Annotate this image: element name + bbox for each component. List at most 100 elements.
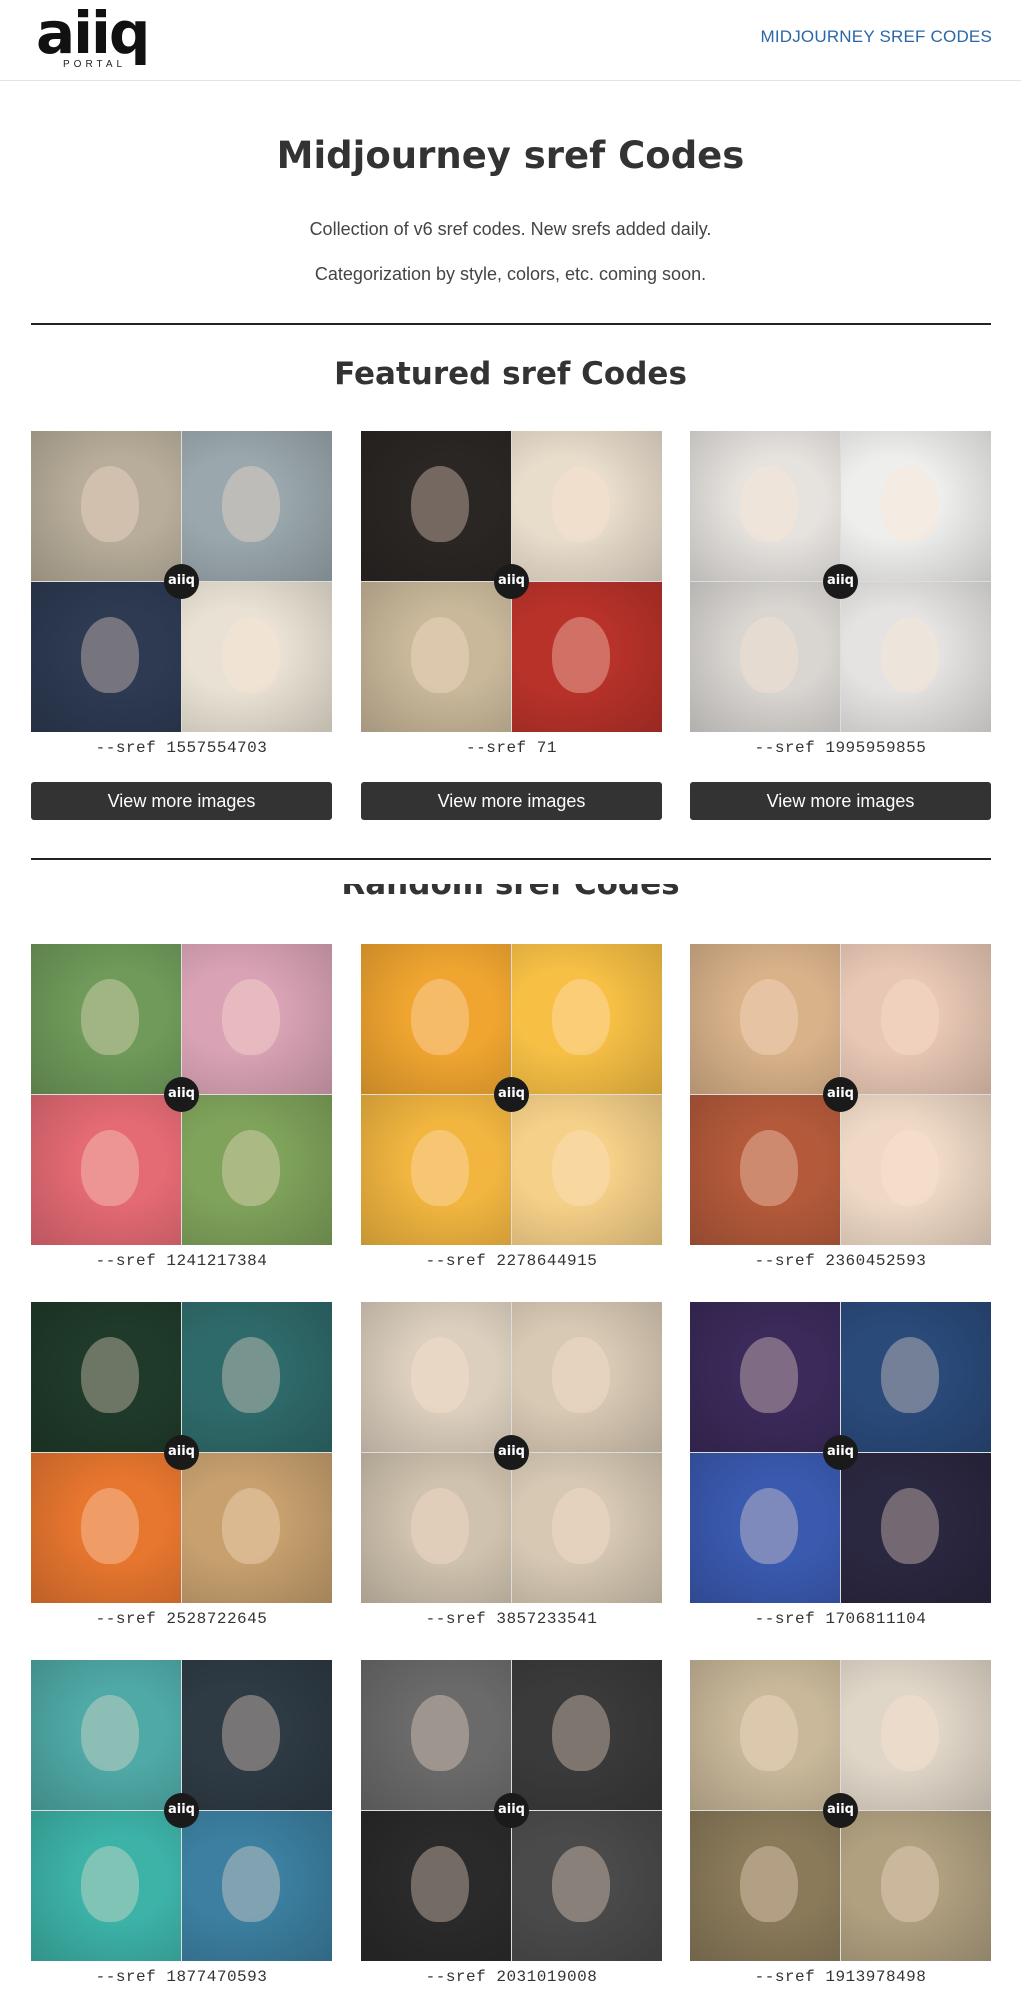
portrait-shape: [552, 1337, 610, 1413]
preview-tile: [512, 944, 662, 1094]
sref-code-label: --sref 1877470593: [95, 1968, 268, 1986]
preview-tile: [31, 431, 181, 581]
portrait-shape: [740, 466, 798, 542]
portrait-shape: [552, 1488, 610, 1564]
watermark-badge: aiiq: [164, 564, 199, 599]
portrait-shape: [740, 1695, 798, 1771]
preview-tile: [31, 944, 181, 1094]
portrait-shape: [411, 1337, 469, 1413]
portrait-shape: [552, 617, 610, 693]
portrait-shape: [552, 1695, 610, 1771]
watermark-badge: aiiq: [164, 1793, 199, 1828]
hero-description-2: Categorization by style, colors, etc. co…: [314, 264, 707, 284]
sref-preview-image[interactable]: aiiq: [690, 1302, 991, 1603]
watermark-badge: aiiq: [494, 1435, 529, 1470]
portrait-shape: [881, 466, 939, 542]
portrait-shape: [411, 1846, 469, 1922]
portrait-shape: [740, 979, 798, 1055]
preview-tile: [31, 582, 181, 732]
random-section-title: Random sref Codes: [341, 884, 680, 902]
preview-tile: [512, 431, 662, 581]
preview-tile: [31, 1095, 181, 1245]
hero-description-1: Collection of v6 sref codes. New srefs a…: [309, 219, 712, 239]
portrait-shape: [81, 1337, 139, 1413]
preview-tile: [841, 1811, 991, 1961]
portrait-shape: [222, 1695, 280, 1771]
preview-tile: [31, 1453, 181, 1603]
portrait-shape: [81, 1488, 139, 1564]
sref-code-label: --sref 3857233541: [425, 1610, 598, 1628]
portrait-shape: [881, 1337, 939, 1413]
sref-preview-image[interactable]: aiiq: [31, 1660, 332, 1961]
portrait-shape: [81, 466, 139, 542]
sref-code-label: --sref 1706811104: [754, 1610, 927, 1628]
section-divider: [31, 858, 991, 860]
portrait-shape: [411, 466, 469, 542]
preview-tile: [512, 1302, 662, 1452]
sref-preview-image[interactable]: aiiq: [690, 431, 991, 732]
preview-tile: [841, 1453, 991, 1603]
preview-tile: [31, 1811, 181, 1961]
view-more-images-button[interactable]: View more images: [690, 782, 991, 820]
sref-preview-image[interactable]: aiiq: [690, 944, 991, 1245]
preview-tile: [361, 1453, 511, 1603]
site-logo[interactable]: aiiq PORTAL: [36, 0, 156, 74]
sref-code-label: --sref 2528722645: [95, 1610, 268, 1628]
watermark-badge: aiiq: [823, 1435, 858, 1470]
portrait-shape: [881, 617, 939, 693]
preview-tile: [690, 582, 840, 732]
portrait-shape: [552, 979, 610, 1055]
portrait-shape: [222, 1130, 280, 1206]
portrait-shape: [222, 1846, 280, 1922]
site-header: aiiq PORTAL MIDJOURNEY SREF CODES: [0, 0, 1021, 81]
sref-code-label: --sref 1913978498: [754, 1968, 927, 1986]
watermark-badge: aiiq: [164, 1077, 199, 1112]
view-more-images-button[interactable]: View more images: [361, 782, 662, 820]
sref-preview-image[interactable]: aiiq: [361, 1302, 662, 1603]
portrait-shape: [740, 1846, 798, 1922]
portrait-shape: [81, 617, 139, 693]
sref-preview-image[interactable]: aiiq: [361, 944, 662, 1245]
preview-tile: [690, 431, 840, 581]
preview-tile: [690, 1660, 840, 1810]
portrait-shape: [552, 1846, 610, 1922]
preview-tile: [690, 1302, 840, 1452]
portrait-shape: [881, 1695, 939, 1771]
sref-preview-image[interactable]: aiiq: [31, 431, 332, 732]
view-more-images-button[interactable]: View more images: [31, 782, 332, 820]
preview-tile: [361, 1811, 511, 1961]
portrait-shape: [881, 1130, 939, 1206]
preview-tile: [512, 582, 662, 732]
portrait-shape: [411, 617, 469, 693]
sref-preview-image[interactable]: aiiq: [31, 944, 332, 1245]
sref-preview-image[interactable]: aiiq: [361, 431, 662, 732]
sref-preview-image[interactable]: aiiq: [31, 1302, 332, 1603]
featured-section-title: Featured sref Codes: [334, 356, 687, 392]
preview-tile: [361, 1302, 511, 1452]
portrait-shape: [411, 1130, 469, 1206]
sref-preview-image[interactable]: aiiq: [690, 1660, 991, 1961]
preview-tile: [512, 1811, 662, 1961]
preview-tile: [512, 1095, 662, 1245]
preview-tile: [841, 582, 991, 732]
preview-tile: [182, 1095, 332, 1245]
portrait-shape: [222, 617, 280, 693]
page-title: Midjourney sref Codes: [276, 134, 745, 177]
portrait-shape: [740, 1130, 798, 1206]
sref-code-label: --sref 2278644915: [425, 1252, 598, 1270]
preview-tile: [841, 431, 991, 581]
preview-tile: [690, 1453, 840, 1603]
preview-tile: [690, 944, 840, 1094]
sref-code-label: --sref 71: [466, 739, 557, 757]
section-divider: [31, 323, 991, 325]
preview-tile: [361, 1660, 511, 1810]
preview-tile: [841, 1095, 991, 1245]
preview-tile: [182, 944, 332, 1094]
sref-code-label: --sref 1995959855: [754, 739, 927, 757]
sref-code-label: --sref 2360452593: [754, 1252, 927, 1270]
sref-preview-image[interactable]: aiiq: [361, 1660, 662, 1961]
nav-link-sref-codes[interactable]: MIDJOURNEY SREF CODES: [760, 27, 992, 47]
portrait-shape: [881, 1488, 939, 1564]
portrait-shape: [552, 1130, 610, 1206]
preview-tile: [31, 1660, 181, 1810]
